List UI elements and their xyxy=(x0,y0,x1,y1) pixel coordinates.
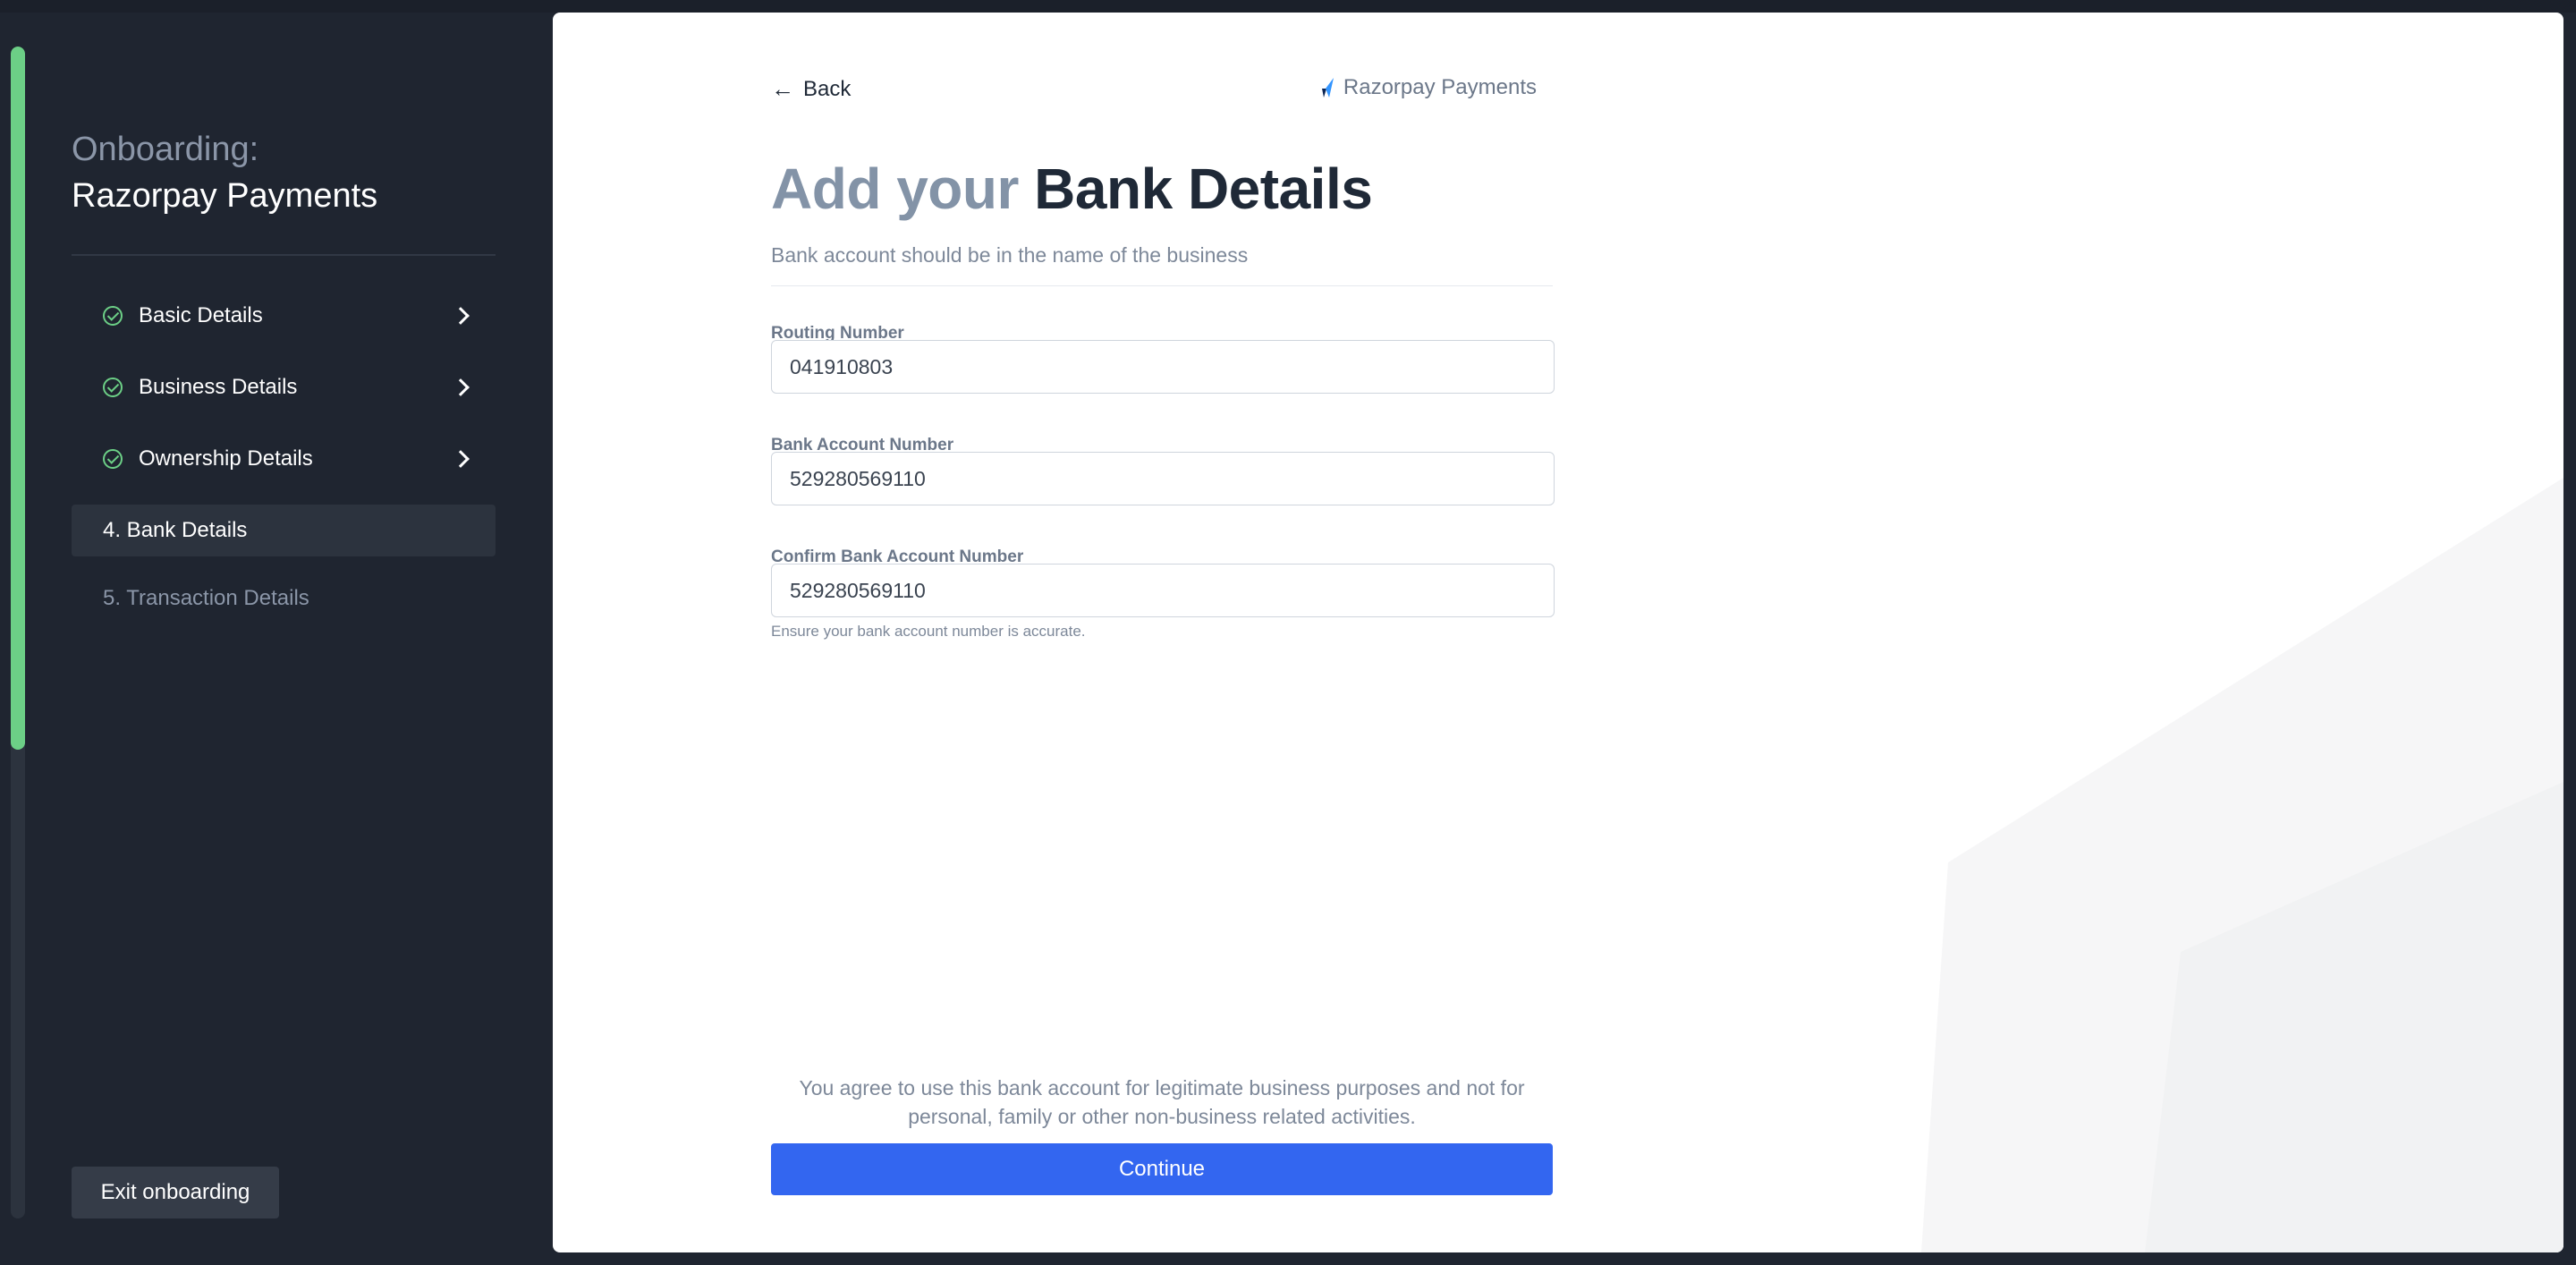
arrow-left-icon: ← xyxy=(771,75,794,102)
chevron-right-icon xyxy=(452,307,470,325)
onboarding-label: Onboarding: xyxy=(72,131,259,168)
back-label: Back xyxy=(803,76,852,101)
progress-rail xyxy=(11,47,25,1218)
continue-button[interactable]: Continue xyxy=(771,1143,1553,1195)
page-title: Add your Bank Details xyxy=(771,156,1373,222)
subtitle-divider xyxy=(771,285,1553,286)
sidebar-step-ownership-details[interactable]: Ownership Details xyxy=(72,433,496,485)
brand: Razorpay Payments xyxy=(1318,75,1537,100)
onboarding-title: Razorpay Payments xyxy=(72,177,378,215)
sidebar-divider xyxy=(72,254,496,256)
chevron-right-icon xyxy=(452,450,470,468)
confirm-bank-account-number-input[interactable] xyxy=(771,564,1555,617)
check-circle-icon xyxy=(103,449,123,469)
sidebar-step-transaction-details: 5. Transaction Details xyxy=(72,573,496,624)
page-subtitle: Bank account should be in the name of th… xyxy=(771,243,1249,267)
page-title-light: Add your xyxy=(771,157,1019,221)
exit-onboarding-button[interactable]: Exit onboarding xyxy=(72,1167,279,1218)
step-label: Business Details xyxy=(139,375,298,399)
check-circle-icon xyxy=(103,378,123,397)
bank-account-number-input[interactable] xyxy=(771,452,1555,505)
check-circle-icon xyxy=(103,306,123,326)
step-label: 5. Transaction Details xyxy=(103,586,309,610)
sidebar-step-business-details[interactable]: Business Details xyxy=(72,361,496,413)
sidebar-step-bank-details[interactable]: 4. Bank Details xyxy=(72,505,496,556)
step-label: Ownership Details xyxy=(139,446,313,471)
progress-fill xyxy=(11,47,25,750)
agreement-text: You agree to use this bank account for l… xyxy=(799,1076,1525,1128)
step-label: 4. Bank Details xyxy=(103,518,248,542)
account-hint: Ensure your bank account number is accur… xyxy=(771,623,1086,640)
page-title-dark: Bank Details xyxy=(1034,157,1373,221)
sidebar-step-basic-details[interactable]: Basic Details xyxy=(72,290,496,342)
sidebar: Onboarding: Razorpay Payments Basic Deta… xyxy=(0,0,553,1265)
routing-number-input[interactable] xyxy=(771,340,1555,394)
razorpay-logo-icon xyxy=(1321,78,1334,98)
main-panel: ← Back Razorpay Payments Add your Bank D… xyxy=(553,13,2563,1252)
brand-label: Razorpay Payments xyxy=(1343,75,1537,99)
back-link[interactable]: ← Back xyxy=(771,75,851,103)
step-label: Basic Details xyxy=(139,303,263,327)
chevron-right-icon xyxy=(452,378,470,396)
